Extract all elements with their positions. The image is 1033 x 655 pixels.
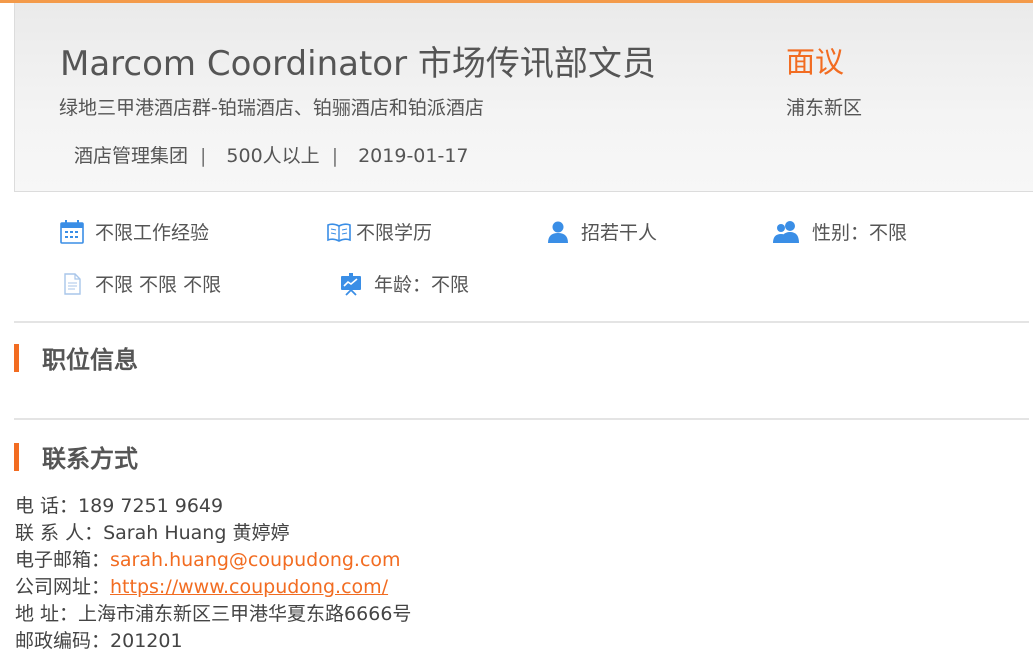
book-icon	[326, 219, 352, 245]
req-label: 不限 不限 不限	[95, 274, 222, 296]
address-label: 地 址：	[15, 603, 79, 625]
calendar-icon	[59, 219, 85, 245]
req-label: 性别：不限	[812, 222, 908, 244]
req-label: 不限工作经验	[95, 222, 210, 244]
presentation-icon	[338, 271, 364, 297]
section-divider	[14, 418, 1029, 420]
contact-website: 公司网址：https://www.coupudong.com/	[15, 574, 411, 601]
email-label: 电子邮箱：	[15, 549, 111, 571]
person-label: 联 系 人：	[15, 522, 104, 544]
post-date: 2019-01-17	[358, 145, 469, 167]
req-age: 年龄：不限	[338, 270, 469, 297]
meta-separator: |	[331, 145, 339, 167]
district: 浦东新区	[786, 97, 863, 119]
people-icon	[772, 219, 802, 245]
job-title: Marcom Coordinator 市场传讯部文员	[60, 44, 656, 84]
website-label: 公司网址：	[15, 576, 111, 598]
req-experience: 不限工作经验	[59, 218, 209, 245]
zip-label: 邮政编码：	[15, 630, 111, 652]
meta-separator: |	[200, 145, 207, 167]
section-accent-bar	[14, 442, 19, 471]
section-job-info: 职位信息	[14, 340, 138, 375]
document-icon	[59, 271, 85, 297]
website-link[interactable]: https://www.coupudong.com/	[110, 576, 388, 598]
contact-zip: 邮政编码：201201	[15, 628, 411, 655]
job-header: Marcom Coordinator 市场传讯部文员 面议 绿地三甲港酒店群-铂…	[14, 3, 1033, 192]
contact-email: 电子邮箱：sarah.huang@coupudong.com	[15, 547, 411, 574]
zip-value: 201201	[110, 630, 183, 652]
person-icon	[545, 219, 571, 245]
industry: 酒店管理集团	[74, 145, 189, 167]
company-name[interactable]: 绿地三甲港酒店群-铂瑞酒店、铂骊酒店和铂派酒店	[59, 93, 484, 120]
req-headcount: 招若干人	[545, 218, 657, 245]
person-value: Sarah Huang 黄婷婷	[103, 522, 290, 544]
section-title-text: 联系方式	[42, 445, 138, 473]
section-contact: 联系方式	[14, 439, 138, 474]
contact-person: 联 系 人：Sarah Huang 黄婷婷	[15, 520, 411, 547]
address-value: 上海市浦东新区三甲港华夏东路6666号	[78, 603, 412, 625]
section-accent-bar	[14, 343, 19, 372]
req-gender: 性别：不限	[772, 218, 907, 245]
phone-label: 电 话：	[15, 495, 79, 517]
section-divider	[14, 321, 1029, 323]
req-other: 不限 不限 不限	[59, 270, 221, 297]
req-education: 不限学历	[326, 218, 432, 245]
phone-value: 189 7251 9649	[78, 495, 224, 517]
email-value[interactable]: sarah.huang@coupudong.com	[110, 549, 401, 571]
contact-address: 地 址：上海市浦东新区三甲港华夏东路6666号	[15, 601, 411, 628]
contact-details: 电 话：189 7251 9649 联 系 人：Sarah Huang 黄婷婷 …	[15, 493, 411, 655]
req-label: 招若干人	[581, 222, 658, 244]
contact-phone: 电 话：189 7251 9649	[15, 493, 411, 520]
company-meta: 酒店管理集团 | 500人以上 | 2019-01-17	[74, 141, 469, 168]
section-title-text: 职位信息	[42, 346, 138, 374]
req-label: 年龄：不限	[374, 274, 470, 296]
salary: 面议	[786, 45, 845, 79]
req-label: 不限学历	[356, 222, 433, 244]
company-size: 500人以上	[226, 145, 320, 167]
